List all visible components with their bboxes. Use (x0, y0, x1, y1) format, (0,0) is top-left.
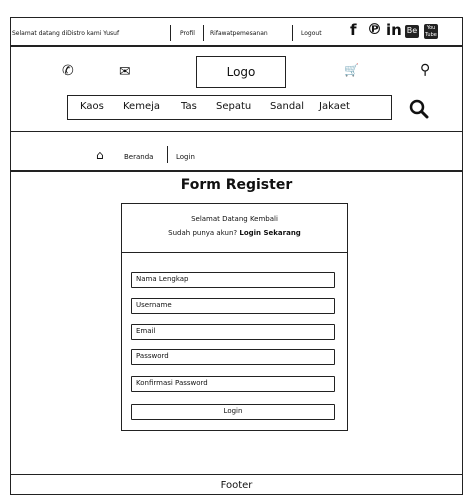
behance-icon[interactable]: Be (405, 25, 419, 38)
facebook-icon[interactable]: f (350, 21, 357, 39)
separator (170, 25, 171, 41)
breadcrumb-divider (10, 170, 463, 172)
location-icon[interactable]: ⚲ (420, 62, 430, 78)
header-divider (10, 131, 463, 132)
search-icon[interactable] (409, 99, 429, 124)
nav-item-sepatu[interactable]: Sepatu (216, 101, 251, 112)
confirm-password-field[interactable]: Konfirmasi Password (131, 376, 335, 392)
cart-icon[interactable]: 🛒 (344, 63, 359, 77)
logo[interactable]: Logo (196, 56, 286, 88)
footer-divider (10, 474, 463, 475)
nav-item-jakaet[interactable]: Jakaet (319, 101, 350, 112)
nav-item-kemeja[interactable]: Kemeja (123, 101, 160, 112)
linkedin-icon[interactable]: in (386, 21, 402, 39)
form-divider (121, 252, 348, 253)
login-link[interactable]: Login Sekarang (239, 229, 300, 237)
home-icon[interactable]: ⌂ (96, 148, 104, 162)
phone-icon[interactable]: ✆ (62, 63, 74, 79)
topbar-divider (10, 45, 463, 47)
nav-item-sandal[interactable]: Sandal (270, 101, 304, 112)
email-field[interactable]: Email (131, 324, 335, 340)
password-field[interactable]: Password (131, 349, 335, 365)
login-button[interactable]: Login (131, 404, 335, 420)
pinterest-icon[interactable]: ℗ (367, 20, 382, 38)
footer: Footer (220, 480, 253, 491)
welcome-question: Sudah punya akun? (168, 229, 238, 237)
youtube-icon[interactable]: You Tube (424, 24, 438, 39)
search-icon-svg (409, 99, 429, 119)
username-field[interactable]: Username (131, 298, 335, 314)
category-nav: Kaos Kemeja Tas Sepatu Sandal Jakaet (67, 95, 392, 120)
breadcrumb-current: Login (176, 153, 195, 161)
logout-link[interactable]: Logout (301, 30, 322, 37)
mail-icon[interactable]: ✉ (119, 64, 131, 80)
order-link[interactable]: Rifawatpemesanan (210, 30, 268, 37)
profile-link[interactable]: Profil (180, 30, 195, 37)
fullname-field[interactable]: Nama Lengkap (131, 272, 335, 288)
separator (167, 146, 168, 163)
welcome-text: Selamat datang diDistro kami Yusuf (12, 30, 120, 37)
register-form (121, 203, 348, 431)
nav-item-tas[interactable]: Tas (181, 101, 197, 112)
breadcrumb-home[interactable]: Beranda (124, 153, 153, 161)
separator (203, 25, 204, 41)
nav-item-kaos[interactable]: Kaos (80, 101, 104, 112)
welcome-subtext: Sudah punya akun? Login Sekarang (121, 229, 348, 237)
welcome-heading: Selamat Datang Kembali (191, 215, 278, 223)
form-title: Form Register (180, 177, 293, 193)
separator (292, 25, 293, 41)
